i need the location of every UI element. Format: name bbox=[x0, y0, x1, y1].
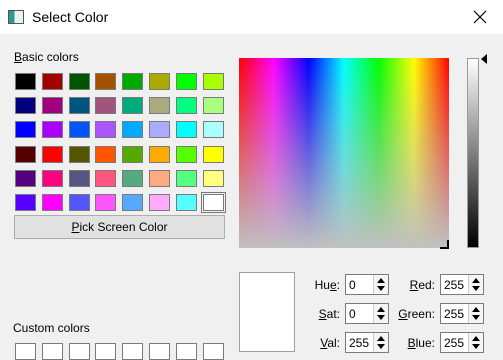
custom-color-swatch[interactable] bbox=[15, 343, 36, 360]
basic-color-swatch[interactable] bbox=[41, 145, 63, 163]
red-label: Red: bbox=[409, 278, 435, 292]
basic-color-swatch[interactable] bbox=[175, 73, 197, 90]
hue-stepper[interactable] bbox=[373, 275, 388, 294]
color-spectrum[interactable] bbox=[239, 58, 449, 248]
basic-color-swatch[interactable] bbox=[122, 97, 144, 115]
basic-color-swatch[interactable] bbox=[149, 194, 170, 211]
app-icon bbox=[8, 10, 24, 24]
sat-stepper[interactable] bbox=[373, 304, 388, 323]
basic-color-swatch[interactable] bbox=[122, 194, 144, 211]
red-stepper[interactable] bbox=[468, 275, 483, 294]
basic-color-swatch[interactable] bbox=[202, 73, 224, 90]
basic-color-swatch[interactable] bbox=[95, 97, 117, 115]
basic-color-swatch[interactable] bbox=[15, 194, 36, 211]
custom-color-swatch[interactable] bbox=[175, 343, 197, 360]
basic-color-swatch[interactable] bbox=[41, 169, 63, 187]
green-stepper[interactable] bbox=[468, 304, 483, 323]
basic-color-swatch[interactable] bbox=[149, 169, 170, 187]
red-spinbox[interactable] bbox=[440, 274, 484, 295]
basic-color-swatch[interactable] bbox=[15, 73, 36, 90]
basic-color-swatch[interactable] bbox=[15, 145, 36, 163]
basic-color-swatch[interactable] bbox=[41, 97, 63, 115]
basic-color-swatch[interactable] bbox=[95, 169, 117, 187]
blue-spinbox[interactable] bbox=[440, 332, 484, 353]
close-button[interactable] bbox=[457, 0, 503, 34]
basic-color-swatch[interactable] bbox=[95, 73, 117, 90]
green-spinbox[interactable] bbox=[440, 303, 484, 324]
basic-color-swatch[interactable] bbox=[175, 145, 197, 163]
basic-color-swatch[interactable] bbox=[68, 145, 90, 163]
arrow-down-icon[interactable] bbox=[472, 286, 480, 291]
val-spinbox[interactable] bbox=[345, 332, 389, 353]
title-bar: Select Color bbox=[0, 0, 503, 34]
basic-color-swatch[interactable] bbox=[202, 97, 224, 115]
basic-color-swatch[interactable] bbox=[68, 73, 90, 90]
basic-color-swatch[interactable] bbox=[41, 194, 63, 211]
custom-color-swatch[interactable] bbox=[68, 343, 90, 360]
basic-color-swatch[interactable] bbox=[202, 169, 224, 187]
basic-color-swatch[interactable] bbox=[41, 73, 63, 90]
basic-color-swatch[interactable] bbox=[122, 121, 144, 139]
arrow-up-icon[interactable] bbox=[377, 307, 385, 312]
arrow-up-icon[interactable] bbox=[377, 336, 385, 341]
sat-spinbox[interactable] bbox=[345, 303, 389, 324]
basic-color-swatch[interactable] bbox=[202, 121, 224, 139]
pick-screen-color-button[interactable]: Pick Screen Color bbox=[14, 215, 225, 239]
luminance-slider[interactable] bbox=[467, 58, 479, 248]
window-title: Select Color bbox=[32, 9, 109, 25]
val-stepper[interactable] bbox=[373, 333, 388, 352]
arrow-up-icon[interactable] bbox=[472, 336, 480, 341]
custom-color-swatch[interactable] bbox=[41, 343, 63, 360]
sat-label: Sat: bbox=[318, 307, 340, 321]
arrow-down-icon[interactable] bbox=[377, 344, 385, 349]
color-preview bbox=[239, 272, 295, 352]
basic-color-swatch[interactable] bbox=[175, 194, 197, 211]
basic-color-swatch[interactable] bbox=[175, 169, 197, 187]
basic-color-swatch[interactable] bbox=[41, 121, 63, 139]
basic-color-swatch[interactable] bbox=[15, 169, 36, 187]
basic-color-swatch[interactable] bbox=[175, 97, 197, 115]
close-icon bbox=[473, 10, 487, 24]
basic-color-swatch[interactable] bbox=[202, 145, 224, 163]
basic-color-swatch[interactable] bbox=[95, 194, 117, 211]
spectrum-crosshair[interactable] bbox=[440, 240, 449, 249]
custom-colors-label: Custom colors bbox=[13, 321, 90, 335]
custom-color-swatch[interactable] bbox=[95, 343, 117, 360]
basic-color-swatch[interactable] bbox=[68, 169, 90, 187]
basic-colors-label: Basic colors bbox=[14, 50, 79, 64]
basic-color-swatch[interactable] bbox=[149, 73, 170, 90]
basic-color-swatch[interactable] bbox=[149, 121, 170, 139]
arrow-up-icon[interactable] bbox=[377, 278, 385, 283]
blue-stepper[interactable] bbox=[468, 333, 483, 352]
basic-color-swatch[interactable] bbox=[68, 194, 90, 211]
arrow-down-icon[interactable] bbox=[472, 315, 480, 320]
basic-color-swatch[interactable] bbox=[149, 97, 170, 115]
green-label: Green: bbox=[398, 307, 435, 321]
basic-color-swatch[interactable] bbox=[15, 97, 36, 115]
basic-color-swatch[interactable] bbox=[68, 121, 90, 139]
basic-color-swatch[interactable] bbox=[68, 97, 90, 115]
arrow-down-icon[interactable] bbox=[377, 286, 385, 291]
hue-label: Hue: bbox=[314, 278, 340, 292]
basic-color-swatch[interactable] bbox=[95, 145, 117, 163]
basic-color-swatch[interactable] bbox=[122, 73, 144, 90]
basic-color-swatch[interactable] bbox=[149, 145, 170, 163]
custom-color-swatch[interactable] bbox=[149, 343, 170, 360]
basic-color-swatch[interactable] bbox=[15, 121, 36, 139]
basic-color-swatch[interactable] bbox=[175, 121, 197, 139]
basic-color-swatch[interactable] bbox=[95, 121, 117, 139]
arrow-down-icon[interactable] bbox=[377, 315, 385, 320]
basic-color-swatch[interactable] bbox=[122, 169, 144, 187]
arrow-up-icon[interactable] bbox=[472, 278, 480, 283]
luminance-arrow-icon[interactable] bbox=[481, 54, 487, 64]
hue-spinbox[interactable] bbox=[345, 274, 389, 295]
basic-color-swatch[interactable] bbox=[200, 192, 226, 213]
basic-color-swatch[interactable] bbox=[122, 145, 144, 163]
custom-color-swatch[interactable] bbox=[202, 343, 224, 360]
custom-color-swatch[interactable] bbox=[122, 343, 144, 360]
arrow-down-icon[interactable] bbox=[472, 344, 480, 349]
arrow-up-icon[interactable] bbox=[472, 307, 480, 312]
